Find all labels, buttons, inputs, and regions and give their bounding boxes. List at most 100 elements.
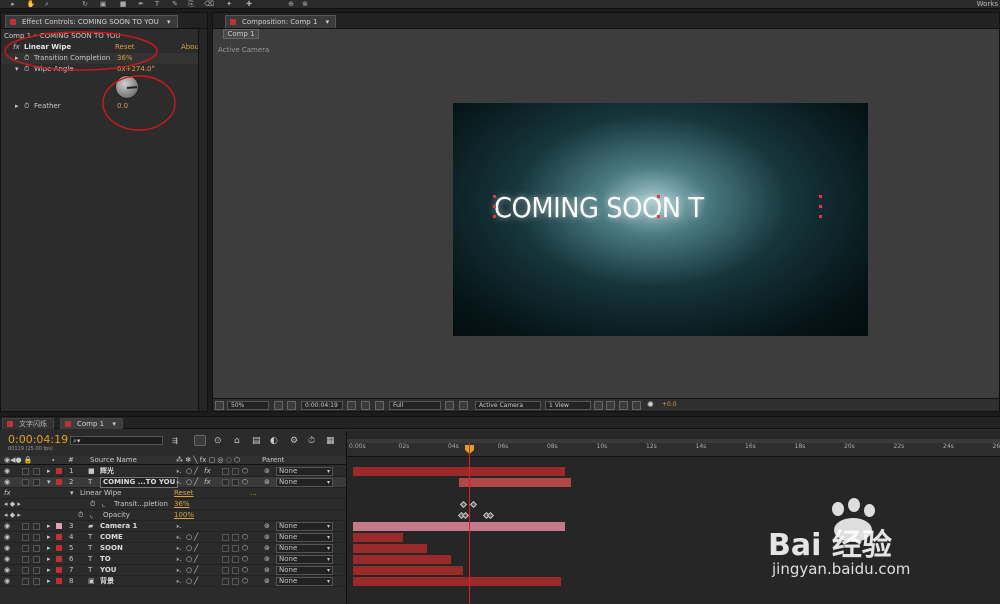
collapse-switch-icon[interactable]: ○ — [186, 565, 192, 576]
layer-bar[interactable] — [353, 577, 561, 586]
3d-layer-icon[interactable]: ⬡ — [242, 543, 248, 554]
parent-select[interactable]: None — [276, 533, 333, 542]
rotate-tool-icon[interactable]: ↻ — [80, 0, 90, 8]
eye-icon[interactable]: ◉ — [4, 554, 10, 565]
keyframe-marker[interactable] — [486, 511, 495, 520]
shy-switch-icon[interactable]: ⁎. — [176, 466, 182, 477]
safe-zones-icon[interactable] — [274, 401, 283, 410]
solo-toggle[interactable] — [22, 556, 29, 563]
lock-toggle[interactable] — [33, 534, 40, 541]
label-color-swatch[interactable] — [56, 567, 62, 573]
twirl-arrow-icon[interactable]: ▸ — [47, 576, 51, 587]
pickwhip-icon[interactable]: ⊚ — [264, 532, 270, 543]
live-update-icon[interactable] — [194, 435, 206, 446]
twirl-arrow-icon[interactable]: ▸ — [47, 521, 51, 532]
parent-select[interactable]: None — [276, 544, 333, 553]
twirl-arrow-icon[interactable]: ▸ — [47, 554, 51, 565]
color-channel-icon[interactable] — [375, 401, 384, 410]
shy-switch-icon[interactable]: ⁎. — [176, 532, 182, 543]
timeline-layer-row[interactable]: ◉ ▸ 6 T TO ⁎. ○ ╱ ⬡ ⊚ None — [0, 554, 346, 565]
flowchart-icon[interactable] — [632, 401, 641, 410]
timeline-layer-row[interactable]: ◉ ▸ 7 T YOU ⁎. ○ ╱ ⬡ ⊚ None — [0, 565, 346, 576]
quality-switch-icon[interactable]: ╱ — [194, 554, 198, 565]
timeline-layer-row[interactable]: ◉ ▸ 5 T SOON ⁎. ○ ╱ ⬡ ⊚ None — [0, 543, 346, 554]
toggle-pixel-aspect-icon[interactable] — [594, 401, 603, 410]
layer-name[interactable]: COME — [100, 532, 123, 543]
stopwatch-icon[interactable]: ⏱ — [90, 499, 95, 510]
brainstorm-icon[interactable]: ⚙ — [290, 436, 298, 446]
transparency-grid-icon[interactable] — [459, 401, 468, 410]
label-color-swatch[interactable] — [56, 534, 62, 540]
3d-layer-icon[interactable]: ⬡ — [242, 554, 248, 565]
region-of-interest-icon[interactable] — [445, 401, 454, 410]
graph-editor-icon[interactable]: ▦ — [326, 436, 335, 446]
bbox-handle[interactable] — [657, 215, 660, 218]
solo-toggle[interactable] — [22, 468, 29, 475]
timeline-layer-row[interactable]: ◉ ▾ 2 T COMING ...TO YOU ⁎. ○ ╱ fx ⬡ ⊚ None — [0, 477, 346, 488]
quality-switch-icon[interactable]: ╱ — [194, 565, 198, 576]
shy-switch-icon[interactable]: ⁎. — [176, 521, 182, 532]
label-color-swatch[interactable] — [56, 556, 62, 562]
layer-bar[interactable] — [353, 467, 565, 476]
lock-toggle[interactable] — [33, 523, 40, 530]
eye-icon[interactable]: ◉ — [4, 521, 10, 532]
quality-switch-icon[interactable]: ╱ — [194, 466, 198, 477]
brush-tool-icon[interactable]: ✎ — [170, 0, 180, 8]
timeline-search-input[interactable]: ⌕▾ — [70, 436, 163, 445]
collapse-arrow-icon[interactable]: ▾ — [70, 488, 74, 499]
motion-blur-toggle[interactable] — [232, 567, 239, 574]
frame-blend-toggle[interactable] — [222, 556, 229, 563]
pickwhip-icon[interactable]: ⊚ — [264, 521, 270, 532]
layer-name[interactable]: COMING ...TO YOU — [100, 477, 179, 488]
comp-subtab[interactable]: Comp 1 — [223, 29, 259, 39]
lock-toggle[interactable] — [33, 545, 40, 552]
quality-switch-icon[interactable]: ╱ — [194, 477, 198, 488]
text-tool-icon[interactable]: T — [152, 0, 162, 8]
twirl-arrow-icon[interactable]: ▸ — [47, 466, 51, 477]
3d-layer-icon[interactable]: ⬡ — [242, 532, 248, 543]
shy-switch-icon[interactable]: ⁎. — [176, 554, 182, 565]
keyframe-marker[interactable] — [461, 511, 470, 520]
pickwhip-icon[interactable]: ⊚ — [264, 576, 270, 587]
collapse-switch-icon[interactable]: ○ — [186, 466, 192, 477]
auto-keyframe-icon[interactable]: ⏱ — [308, 436, 315, 446]
eye-icon[interactable]: ◉ — [4, 477, 10, 488]
bbox-handle[interactable] — [819, 215, 822, 218]
lock-toggle[interactable] — [33, 567, 40, 574]
label-color-swatch[interactable] — [56, 578, 62, 584]
bbox-handle[interactable] — [493, 215, 496, 218]
timeline-layer-row[interactable]: ◉ ▸ 3 ▰ Camera 1 ⁎. ⊚ None — [0, 521, 346, 532]
snapshot-icon[interactable] — [347, 401, 356, 410]
effect-controls-scrollbar[interactable] — [198, 29, 207, 411]
keyframe-marker[interactable] — [459, 500, 468, 509]
parent-select[interactable]: None — [276, 522, 333, 531]
exposure-value[interactable]: +0.0 — [662, 401, 677, 408]
twirl-arrow-icon[interactable]: ▸ — [47, 565, 51, 576]
fast-previews-icon[interactable] — [606, 401, 615, 410]
3d-layer-icon[interactable]: ⬡ — [242, 466, 248, 477]
keyframe-nav-icon[interactable]: ◂ ◆ ▸ — [4, 499, 21, 510]
solo-toggle[interactable] — [22, 545, 29, 552]
layer-bar[interactable] — [353, 555, 451, 564]
bbox-handle[interactable] — [819, 195, 822, 198]
frame-blending-icon[interactable]: ▤ — [252, 436, 261, 446]
3d-layer-icon[interactable]: ⬡ — [242, 565, 248, 576]
fx-switch-icon[interactable]: fx — [204, 466, 211, 477]
frame-blend-toggle[interactable] — [222, 578, 229, 585]
close-tab-icon[interactable] — [10, 19, 16, 25]
exposure-icon[interactable]: ✺ — [647, 400, 654, 409]
layer-bar[interactable] — [353, 522, 565, 531]
motion-blur-toggle[interactable] — [232, 534, 239, 541]
timeline-layer-row[interactable]: ◉ ▸ 8 ▣ 背景 ⁎. ○ ╱ ⬡ ⊚ None — [0, 576, 346, 587]
solo-toggle[interactable] — [22, 534, 29, 541]
workspace-label[interactable]: Works — [977, 0, 998, 8]
bbox-handle[interactable] — [819, 205, 822, 208]
world-axis-icon[interactable]: ⊗ — [300, 0, 310, 8]
time-ruler[interactable]: 0:00s 02s 04s 06s 08s 10s 12s 14s 16s 18s 20s 22s 24… — [347, 439, 1000, 457]
eraser-tool-icon[interactable]: ⌫ — [204, 0, 214, 8]
quality-switch-icon[interactable]: ╱ — [194, 576, 198, 587]
solo-toggle[interactable] — [22, 479, 29, 486]
motion-blur-toggle[interactable] — [232, 578, 239, 585]
pin-tool-icon[interactable]: ✚ — [244, 0, 254, 8]
twirl-arrow-icon[interactable]: ▸ — [47, 543, 51, 554]
